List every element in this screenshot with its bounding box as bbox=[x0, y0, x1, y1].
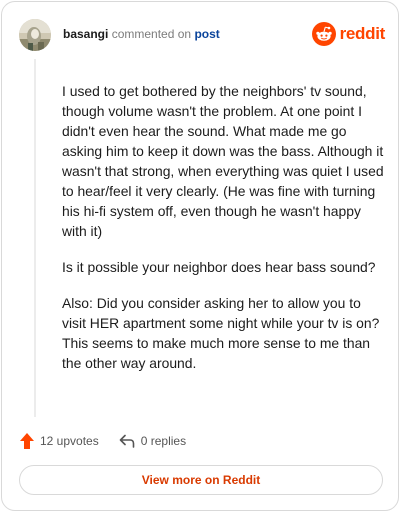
upvote-arrow-icon bbox=[20, 433, 34, 449]
comment-byline: basangi commented on post bbox=[63, 27, 220, 41]
comment-header: basangi commented on post reddit bbox=[19, 19, 385, 51]
view-more-on-reddit-button[interactable]: View more on Reddit bbox=[19, 465, 383, 495]
reddit-wordmark: reddit bbox=[339, 24, 386, 43]
username-link[interactable]: basangi bbox=[63, 27, 108, 41]
post-link[interactable]: post bbox=[194, 27, 219, 41]
comment-actions: 12 upvotes 0 replies bbox=[20, 432, 186, 450]
commented-on-text: commented on bbox=[111, 27, 192, 41]
comment-paragraph: I used to get bothered by the neighbors'… bbox=[62, 83, 384, 239]
reddit-alien-icon bbox=[311, 22, 336, 46]
reply-count: 0 replies bbox=[140, 434, 187, 448]
comment-paragraph: Is it possible your neighbor does hear b… bbox=[62, 259, 376, 275]
upvote-count: 12 upvotes bbox=[40, 434, 99, 448]
reply-arrow-icon bbox=[119, 434, 135, 448]
avatar-image bbox=[19, 19, 51, 51]
upvote-button[interactable]: 12 upvotes bbox=[20, 433, 99, 449]
embedded-comment-card: basangi commented on post reddit I used … bbox=[1, 1, 399, 511]
comment-paragraph: Also: Did you consider asking her to all… bbox=[62, 295, 380, 371]
comment-body: I used to get bothered by the neighbors'… bbox=[62, 81, 384, 389]
thread-line bbox=[34, 59, 36, 417]
reddit-logo[interactable]: reddit bbox=[311, 21, 386, 47]
reply-button[interactable]: 0 replies bbox=[119, 434, 186, 448]
user-avatar[interactable] bbox=[19, 19, 51, 51]
